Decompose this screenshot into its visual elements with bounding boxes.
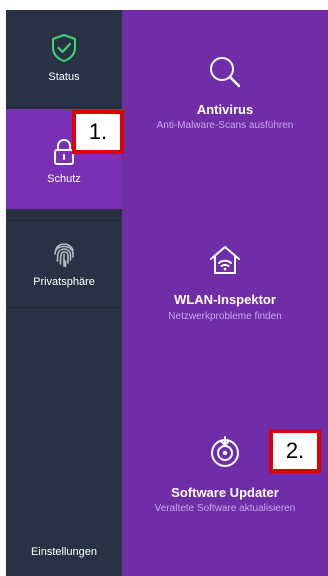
protection-panel: Antivirus Anti-Malware-Scans ausführen W… — [122, 10, 328, 576]
feature-wlan-inspektor[interactable]: WLAN-Inspektor Netzwerkprobleme finden — [122, 242, 328, 342]
app-window: Status Schutz Privatsphäre Einstellungen… — [0, 0, 328, 576]
settings-link[interactable]: Einstellungen — [6, 546, 122, 558]
fingerprint-icon — [54, 243, 74, 268]
feature-title: WLAN-Inspektor — [174, 292, 276, 307]
feature-antivirus[interactable]: Antivirus Anti-Malware-Scans ausführen — [122, 50, 328, 160]
sidebar-item-label: Privatsphäre — [33, 276, 95, 288]
sidebar-item-label: Status — [48, 71, 80, 83]
sidebar-item-status[interactable]: Status — [6, 10, 122, 108]
shield-check-icon — [52, 34, 76, 62]
sidebar-item-label: Schutz — [47, 173, 81, 185]
updater-icon — [211, 436, 239, 467]
feature-title: Antivirus — [196, 102, 254, 117]
feature-subtitle: Netzwerkprobleme finden — [168, 311, 282, 322]
home-wifi-icon — [210, 246, 240, 274]
magnifier-icon — [210, 57, 241, 88]
sidebar: Status Schutz Privatsphäre Einstellungen — [6, 10, 122, 576]
callout-2: 2. — [269, 429, 321, 473]
feature-title: Software Updater — [171, 485, 279, 500]
callout-1: 1. — [72, 110, 124, 154]
feature-subtitle: Veraltete Software aktualisieren — [154, 503, 296, 514]
sidebar-item-privatsphaere[interactable]: Privatsphäre — [6, 220, 122, 308]
feature-subtitle: Anti-Malware-Scans ausführen — [156, 120, 294, 131]
